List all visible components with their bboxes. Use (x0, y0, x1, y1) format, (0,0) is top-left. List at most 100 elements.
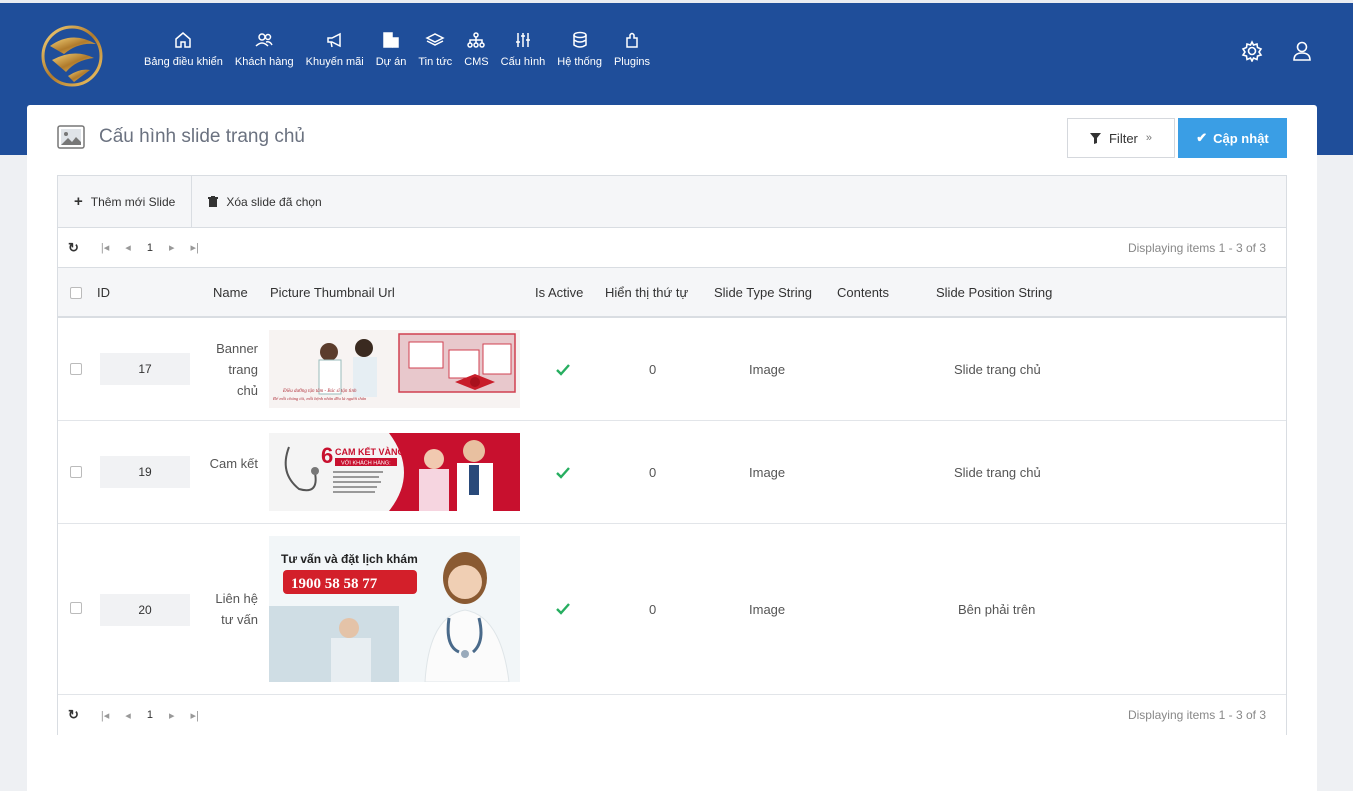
row-order: 0 (649, 362, 657, 377)
row-thumbnail[interactable]: Tư vấn và đặt lịch khám 1900 58 58 77 (269, 536, 520, 682)
user-icon[interactable] (1291, 40, 1313, 62)
first-page-icon[interactable]: |◂ (101, 709, 109, 722)
nav-item-plugins[interactable]: Plugins (608, 30, 656, 80)
page-header: Cấu hình slide trang chủ (57, 125, 305, 149)
thumb-hotline: 1900 58 58 77 (291, 576, 378, 592)
row-type: Image (749, 465, 786, 480)
layers-icon (425, 33, 445, 46)
pager-bottom: ↻ |◂ ◂ 1 ▸ ▸| Displaying items 1 - 3 of … (58, 695, 1286, 735)
column-id[interactable]: ID (97, 285, 110, 300)
delete-selected-button[interactable]: Xóa slide đã chọn (192, 176, 337, 227)
row-position: Bên phải trên (958, 602, 1036, 617)
image-icon (57, 125, 85, 149)
top-actions (1241, 40, 1313, 62)
nav-item-customers[interactable]: Khách hàng (229, 30, 300, 80)
thumb-headline: CAM KẾT VÀNG (335, 447, 405, 457)
banner-thumbnail: Điều dưỡng tận tâm - Bác sĩ tận tình Để … (269, 330, 520, 408)
first-page-icon[interactable]: |◂ (101, 241, 109, 254)
content-panel: Cấu hình slide trang chủ Filter » ✔ Cập … (27, 105, 1317, 791)
row-name: Banner trang chủ (216, 341, 258, 398)
pager-top: ↻ |◂ ◂ 1 ▸ ▸| Displaying items 1 - 3 of … (58, 228, 1286, 268)
nav-label: Tin tức (418, 56, 453, 68)
gear-icon[interactable] (1241, 40, 1263, 62)
nav-label: Khuyến mãi (305, 56, 364, 68)
pager-info: Displaying items 1 - 3 of 3 (1127, 708, 1266, 722)
nav-item-cms[interactable]: CMS (458, 30, 494, 80)
column-display-order[interactable]: Hiển thị thứ tự (605, 285, 688, 300)
thumb-caption-1: Điều dưỡng tận tâm - Bác sĩ tận tình (282, 389, 357, 394)
users-icon (255, 33, 273, 47)
nav-label: Hệ thống (557, 56, 602, 68)
row-thumbnail[interactable]: 6 CAM KẾT VÀNG VỚI KHÁCH HÀNG: (269, 433, 520, 511)
column-name[interactable]: Name (213, 285, 248, 300)
commitment-thumbnail: 6 CAM KẾT VÀNG VỚI KHÁCH HÀNG: (269, 433, 520, 511)
plus-icon: + (74, 193, 83, 210)
column-is-active[interactable]: Is Active (535, 285, 583, 300)
row-name: Liên hệ tư vấn (215, 591, 258, 627)
add-slide-label: Thêm mới Slide (90, 194, 176, 209)
row-order: 0 (649, 602, 657, 617)
nav-label: CMS (464, 56, 489, 68)
page-number[interactable]: 1 (147, 709, 153, 721)
refresh-icon[interactable]: ↻ (68, 707, 79, 723)
nav-item-projects[interactable]: Dự án (370, 30, 413, 80)
nav-item-promotions[interactable]: Khuyến mãi (300, 30, 370, 80)
next-page-icon[interactable]: ▸ (169, 709, 175, 722)
nav-label: Bảng điều khiển (144, 56, 223, 68)
row-order: 0 (649, 465, 657, 480)
active-check-icon (556, 467, 570, 479)
update-label: Cập nhật (1213, 130, 1269, 146)
nav-label: Plugins (613, 56, 651, 68)
main-nav: Bảng điều khiển Khách hàng Khuyến mãi Dự… (138, 30, 656, 80)
grid-toolbar: + Thêm mới Slide Xóa slide đã chọn (58, 176, 1286, 228)
row-checkbox[interactable] (70, 602, 82, 614)
slide-grid: + Thêm mới Slide Xóa slide đã chọn ↻ |◂ … (57, 175, 1287, 735)
nav-item-config[interactable]: Cấu hình (495, 30, 552, 80)
filter-button[interactable]: Filter » (1067, 118, 1175, 158)
update-button[interactable]: ✔ Cập nhật (1178, 118, 1287, 158)
row-type: Image (749, 362, 786, 377)
row-checkbox[interactable] (70, 466, 82, 478)
table-row[interactable]: 19 Cam kết 6 CAM KẾT VÀNG VỚI KHÁCH HÀNG… (58, 421, 1286, 524)
nav-item-system[interactable]: Hệ thống (551, 30, 608, 80)
thumb-subline: VỚI KHÁCH HÀNG: (341, 460, 391, 467)
megaphone-icon (326, 32, 341, 48)
page-number[interactable]: 1 (147, 242, 153, 254)
trash-icon (208, 196, 219, 207)
nav-item-dashboard[interactable]: Bảng điều khiển (138, 30, 229, 80)
page-title: Cấu hình slide trang chủ (99, 126, 305, 147)
grid-header: ID Name Picture Thumbnail Url Is Active … (58, 268, 1286, 318)
last-page-icon[interactable]: ▸| (190, 241, 198, 254)
check-icon: ✔ (1196, 130, 1208, 145)
top-edge (0, 0, 1353, 3)
delete-selected-label: Xóa slide đã chọn (226, 194, 322, 209)
nav-item-news[interactable]: Tin tức (412, 30, 458, 80)
double-chevron-down-icon: » (1145, 132, 1152, 144)
row-id: 19 (100, 456, 190, 488)
column-slide-position[interactable]: Slide Position String (936, 285, 1052, 300)
prev-page-icon[interactable]: ◂ (125, 241, 131, 254)
filter-icon (1089, 132, 1101, 144)
row-thumbnail[interactable]: Điều dưỡng tận tâm - Bác sĩ tận tình Để … (269, 330, 520, 408)
column-contents[interactable]: Contents (837, 285, 889, 300)
last-page-icon[interactable]: ▸| (190, 709, 198, 722)
row-id: 17 (100, 353, 190, 385)
select-all-checkbox[interactable] (70, 287, 82, 299)
table-row[interactable]: 17 Banner trang chủ Điều dưỡng tận tâm -… (58, 318, 1286, 421)
column-thumbnail[interactable]: Picture Thumbnail Url (270, 285, 395, 300)
row-id: 20 (100, 594, 190, 626)
row-type: Image (749, 602, 786, 617)
consultation-thumbnail: Tư vấn và đặt lịch khám 1900 58 58 77 (269, 536, 520, 682)
database-icon (572, 31, 587, 48)
home-icon (175, 32, 192, 48)
add-slide-button[interactable]: + Thêm mới Slide (58, 176, 193, 227)
nav-label: Cấu hình (500, 56, 546, 68)
logo-icon[interactable] (38, 24, 106, 88)
row-checkbox[interactable] (70, 363, 82, 375)
nav-label: Dự án (375, 56, 407, 68)
column-slide-type[interactable]: Slide Type String (714, 285, 812, 300)
next-page-icon[interactable]: ▸ (169, 241, 175, 254)
table-row[interactable]: 20 Liên hệ tư vấn Tư vấn và đặt lịch khá… (58, 524, 1286, 695)
prev-page-icon[interactable]: ◂ (125, 709, 131, 722)
refresh-icon[interactable]: ↻ (68, 240, 79, 256)
